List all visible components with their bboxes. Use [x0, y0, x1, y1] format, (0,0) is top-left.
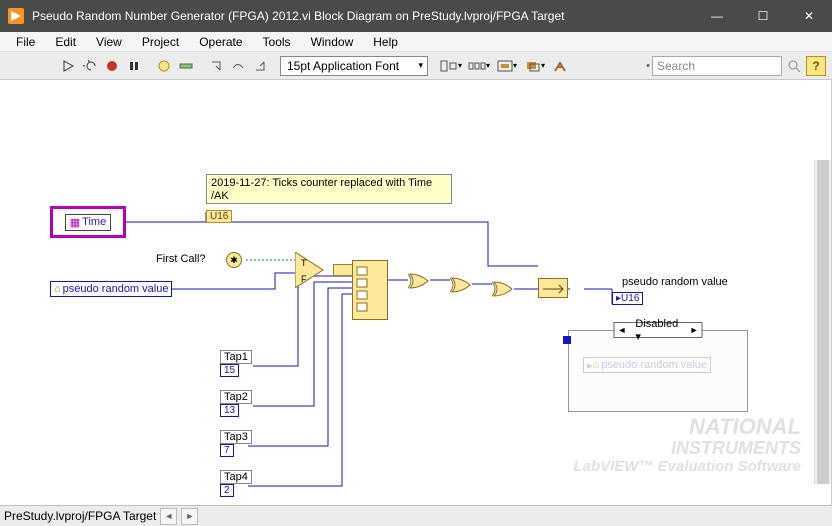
pause-button[interactable]	[124, 56, 144, 76]
minimize-button[interactable]: —	[694, 0, 740, 32]
local-var-read-label: pseudo random value	[63, 283, 169, 295]
menu-file[interactable]: File	[6, 33, 45, 51]
xor-gate-1[interactable]	[408, 272, 430, 290]
tap1-value[interactable]: 15	[220, 364, 239, 377]
menu-window[interactable]: Window	[301, 33, 364, 51]
local-var-write-label: pseudo random value	[601, 359, 707, 371]
diagram-disable-structure[interactable]: ◄ Disabled ▾ ► ▸ ⌂ pseudo random value	[568, 330, 748, 412]
house-icon: ⌂	[593, 359, 600, 371]
highlight-exec-button[interactable]	[154, 56, 174, 76]
svg-text:F: F	[301, 274, 307, 284]
case-label: Disabled ▾	[629, 318, 686, 343]
tap3-value[interactable]: 7	[220, 444, 234, 457]
toolbar: 15pt Application Font ▾ ▾ ▾ ▾ • Search ?	[0, 52, 832, 80]
time-label: Time	[82, 216, 106, 228]
house-icon: ⌂	[54, 283, 61, 295]
menu-help[interactable]: Help	[363, 33, 408, 51]
menu-edit[interactable]: Edit	[45, 33, 86, 51]
font-selector[interactable]: 15pt Application Font	[280, 56, 428, 76]
statusbar: PreStudy.lvproj/FPGA Target ◄ ►	[0, 505, 832, 526]
menu-tools[interactable]: Tools	[253, 33, 301, 51]
first-call-label: First Call?	[156, 253, 206, 265]
app-icon	[8, 8, 24, 24]
retain-wire-button[interactable]	[176, 56, 196, 76]
step-out-button[interactable]	[250, 56, 270, 76]
rotate-shift-node[interactable]	[538, 278, 568, 298]
menu-view[interactable]: View	[86, 33, 132, 51]
first-call-node[interactable]: ✱	[226, 252, 242, 268]
tap4-label: Tap4	[220, 470, 252, 484]
align-button[interactable]: ▾	[438, 56, 464, 76]
search-input[interactable]: Search	[652, 56, 782, 76]
reorder-button[interactable]: ▾	[522, 56, 548, 76]
maximize-button[interactable]: ☐	[740, 0, 786, 32]
case-selector[interactable]: ◄ Disabled ▾ ►	[614, 322, 703, 338]
xor-gate-3[interactable]	[492, 280, 514, 298]
menubar: File Edit View Project Operate Tools Win…	[0, 32, 832, 52]
tap2-value[interactable]: 13	[220, 404, 239, 417]
step-into-button[interactable]	[206, 56, 226, 76]
select-node[interactable]: TF	[295, 252, 325, 291]
local-var-read[interactable]: ⌂ pseudo random value	[50, 281, 172, 297]
vertical-scrollbar[interactable]	[814, 160, 831, 484]
time-control-node[interactable]: ▦Time	[50, 206, 126, 238]
block-diagram-canvas[interactable]: ▦Time U16 2019-11-27: Ticks counter repl…	[0, 80, 832, 505]
run-button[interactable]	[58, 56, 78, 76]
cleanup-button[interactable]	[550, 56, 570, 76]
time-type-coerce: U16	[206, 210, 232, 223]
run-continuous-button[interactable]	[80, 56, 100, 76]
watermark: NATIONAL INSTRUMENTS LabVIEW™ Evaluation…	[573, 415, 801, 475]
distribute-button[interactable]: ▾	[466, 56, 492, 76]
menu-operate[interactable]: Operate	[189, 33, 252, 51]
search-button[interactable]	[784, 56, 804, 76]
comment-box[interactable]: 2019-11-27: Ticks counter replaced with …	[206, 174, 452, 204]
status-path: PreStudy.lvproj/FPGA Target	[4, 509, 156, 523]
waveform-icon: ▦	[70, 216, 80, 229]
close-button[interactable]: ✕	[786, 0, 832, 32]
step-over-button[interactable]	[228, 56, 248, 76]
case-next-icon[interactable]: ►	[687, 325, 702, 335]
tap1-label: Tap1	[220, 350, 252, 364]
window-title: Pseudo Random Number Generator (FPGA) 20…	[32, 9, 694, 23]
abort-button[interactable]	[102, 56, 122, 76]
svg-text:T: T	[301, 258, 307, 268]
scroll-left-button[interactable]: ◄	[160, 508, 177, 525]
menu-project[interactable]: Project	[132, 33, 189, 51]
output-indicator[interactable]: ▸U16	[612, 292, 643, 305]
build-array-node[interactable]	[333, 264, 353, 276]
case-prev-icon[interactable]: ◄	[615, 325, 630, 335]
tap2-label: Tap2	[220, 390, 252, 404]
xor-gate-2[interactable]	[450, 276, 472, 294]
help-button[interactable]: ?	[806, 56, 826, 76]
scroll-right-button[interactable]: ►	[181, 508, 198, 525]
case-tunnel	[563, 336, 571, 344]
index-array-node[interactable]	[352, 260, 388, 320]
tap3-label: Tap3	[220, 430, 252, 444]
tap4-value[interactable]: 2	[220, 484, 234, 497]
resize-button[interactable]: ▾	[494, 56, 520, 76]
titlebar: Pseudo Random Number Generator (FPGA) 20…	[0, 0, 832, 32]
output-label: pseudo random value	[622, 276, 728, 288]
local-var-write-disabled: ▸ ⌂ pseudo random value	[583, 357, 711, 373]
